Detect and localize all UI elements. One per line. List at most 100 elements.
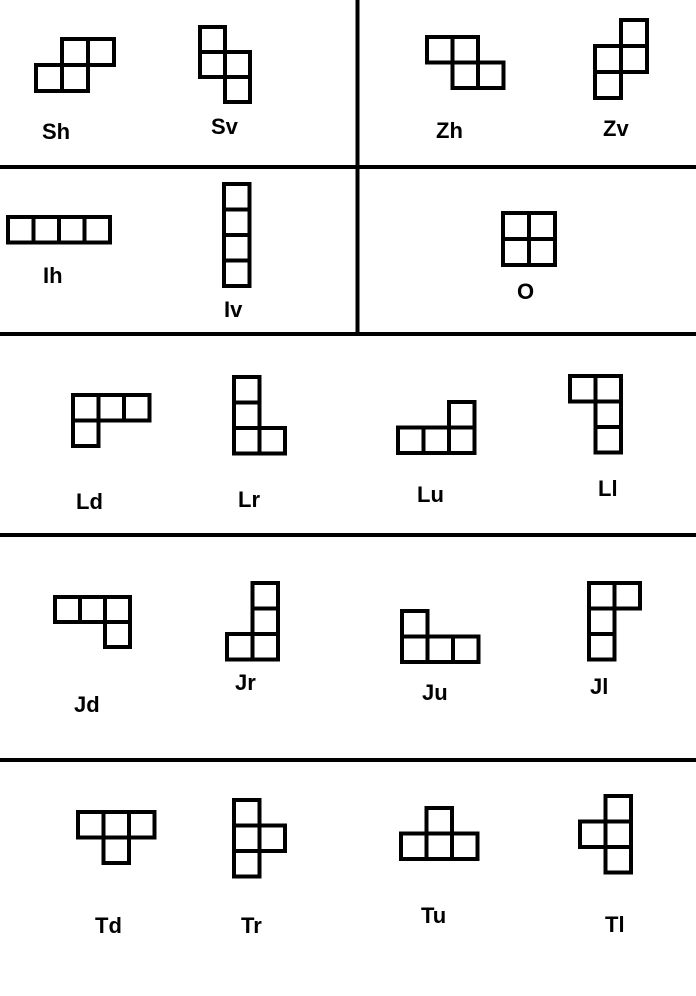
piece-sv: Sv — [198, 25, 252, 139]
piece-ih-cell-3 — [57, 215, 87, 245]
piece-tl: Tl — [578, 794, 633, 937]
piece-ih-cell-2 — [31, 215, 61, 245]
piece-ju-label: Ju — [422, 680, 448, 705]
piece-o-cell-2 — [527, 211, 557, 241]
piece-lu-label: Lu — [417, 482, 444, 507]
piece-iv-cell-1 — [222, 182, 252, 212]
piece-zv-label: Zv — [603, 116, 629, 141]
piece-td-label: Td — [95, 913, 122, 938]
piece-lr-cell-2 — [232, 400, 262, 430]
piece-iv-cell-2 — [222, 207, 252, 237]
piece-tl-cell-4 — [603, 845, 633, 875]
piece-tr-label: Tr — [241, 913, 262, 938]
piece-ih: Ih — [6, 215, 112, 288]
piece-ll-shape — [568, 374, 623, 455]
piece-sh-cell-4 — [60, 63, 90, 93]
piece-td-shape — [76, 810, 157, 865]
piece-tu-cell-1 — [424, 806, 454, 836]
piece-ju-shape — [400, 609, 481, 664]
piece-o-cell-4 — [527, 237, 557, 267]
piece-jl-label: Jl — [590, 674, 608, 699]
piece-zh-cell-3 — [450, 60, 480, 90]
piece-lu-cell-3 — [421, 425, 451, 455]
piece-td-cell-3 — [127, 810, 157, 840]
piece-tl-cell-1 — [603, 794, 633, 824]
piece-tl-cell-2 — [578, 819, 608, 849]
piece-sh-cell-3 — [34, 63, 64, 93]
piece-jd: Jd — [53, 595, 132, 717]
piece-sh-label: Sh — [42, 119, 70, 144]
piece-jr-shape — [225, 581, 280, 662]
piece-o-shape — [501, 211, 557, 267]
piece-jr-label: Jr — [235, 670, 256, 695]
piece-sv-cell-1 — [198, 25, 227, 54]
piece-lr-cell-4 — [257, 426, 287, 456]
piece-zv: Zv — [593, 18, 649, 141]
piece-iv-label: Iv — [224, 297, 243, 322]
piece-tu-cell-2 — [399, 831, 429, 861]
piece-zh-cell-2 — [450, 35, 480, 65]
piece-jr-cell-4 — [250, 632, 280, 662]
piece-zh: Zh — [425, 35, 506, 143]
piece-jd-shape — [53, 595, 132, 649]
piece-ll-cell-1 — [568, 374, 598, 404]
piece-sv-cell-3 — [223, 50, 252, 79]
piece-tr-cell-3 — [257, 823, 287, 853]
piece-tu-cell-4 — [450, 831, 480, 861]
piece-ju-cell-2 — [400, 634, 430, 664]
piece-ih-shape — [6, 215, 112, 245]
piece-tu-shape — [399, 806, 480, 861]
piece-lu-cell-2 — [396, 425, 426, 455]
piece-jl-cell-2 — [612, 581, 642, 611]
piece-sh: Sh — [34, 37, 116, 144]
piece-ju-cell-4 — [451, 634, 481, 664]
piece-zh-label: Zh — [436, 118, 463, 143]
piece-zv-cell-1 — [619, 18, 649, 48]
piece-zh-shape — [425, 35, 506, 90]
piece-sh-cell-1 — [60, 37, 90, 67]
piece-ih-label: Ih — [43, 263, 63, 288]
piece-zv-cell-4 — [593, 70, 623, 100]
piece-iv: Iv — [222, 182, 252, 322]
piece-tu-cell-3 — [424, 831, 454, 861]
piece-ld-cell-1 — [71, 393, 101, 423]
piece-lu-cell-1 — [447, 400, 477, 430]
piece-jd-cell-3 — [103, 595, 132, 624]
piece-jd-cell-4 — [103, 620, 132, 649]
piece-lu: Lu — [396, 400, 477, 507]
piece-ih-cell-1 — [6, 215, 36, 245]
piece-jr: Jr — [225, 581, 280, 695]
piece-td-cell-4 — [101, 835, 131, 865]
piece-tr-cell-2 — [232, 823, 262, 853]
piece-lr-label: Lr — [238, 487, 260, 512]
piece-ll: Ll — [568, 374, 623, 501]
piece-zv-cell-2 — [593, 44, 623, 74]
piece-tl-shape — [578, 794, 633, 875]
piece-tl-label: Tl — [605, 912, 625, 937]
piece-jl-cell-4 — [587, 632, 617, 662]
piece-o-cell-3 — [501, 237, 531, 267]
piece-td: Td — [76, 810, 157, 938]
piece-tr-cell-4 — [232, 849, 262, 879]
piece-ju-cell-1 — [400, 609, 430, 639]
piece-lu-cell-4 — [447, 425, 477, 455]
piece-tl-cell-3 — [603, 819, 633, 849]
piece-zv-shape — [593, 18, 649, 100]
piece-td-cell-1 — [76, 810, 106, 840]
piece-jl-shape — [587, 581, 642, 662]
piece-ld-label: Ld — [76, 489, 103, 514]
piece-jl: Jl — [587, 581, 642, 699]
piece-ll-label: Ll — [598, 476, 618, 501]
piece-jl-cell-3 — [587, 606, 617, 636]
piece-zh-cell-1 — [425, 35, 455, 65]
piece-jd-label: Jd — [74, 692, 100, 717]
piece-sv-label: Sv — [211, 114, 239, 139]
piece-tr-cell-1 — [232, 798, 262, 828]
piece-jd-cell-2 — [78, 595, 107, 624]
piece-o-cell-1 — [501, 211, 531, 241]
piece-lu-shape — [396, 400, 477, 455]
piece-iv-cell-4 — [222, 258, 252, 288]
piece-ll-cell-4 — [593, 425, 623, 455]
piece-sh-shape — [34, 37, 116, 93]
piece-jr-cell-1 — [250, 581, 280, 611]
